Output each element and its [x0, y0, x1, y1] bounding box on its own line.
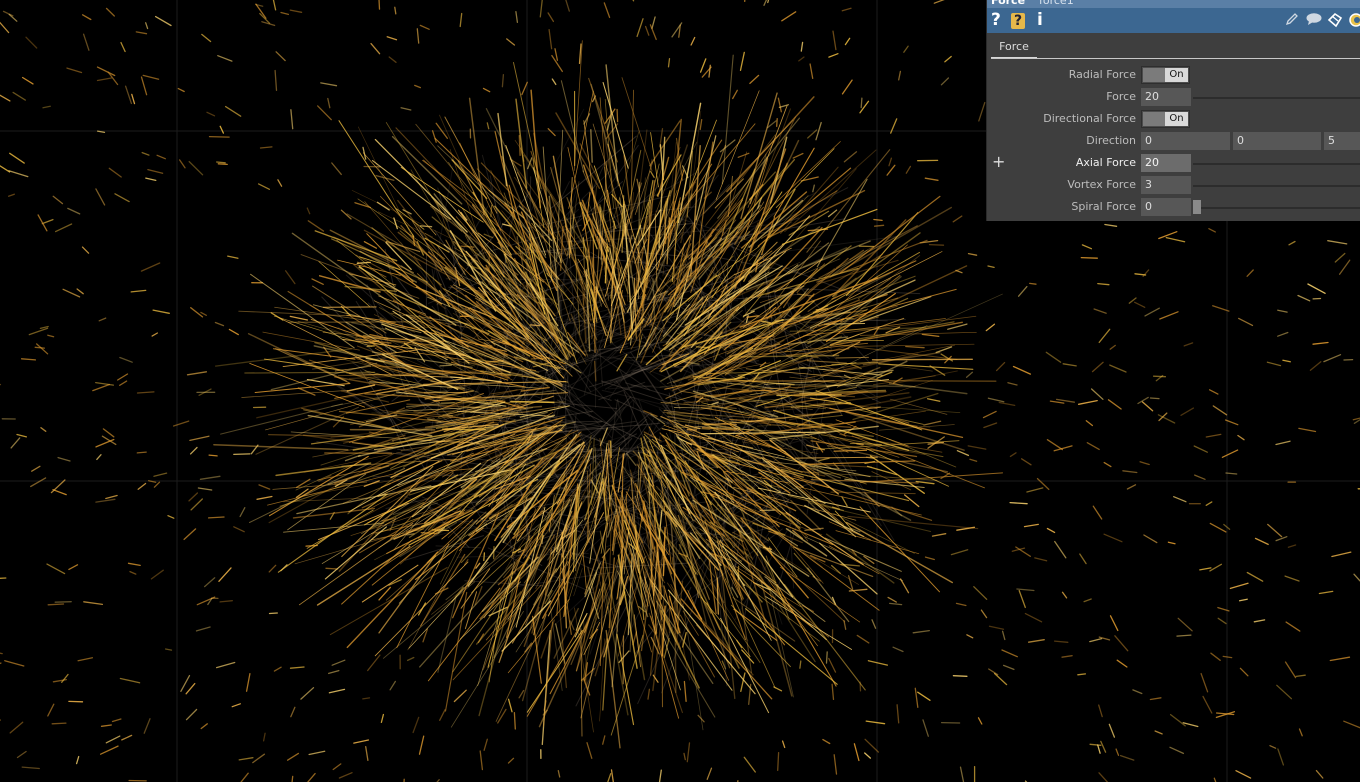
param-label: Direction [1086, 134, 1136, 147]
param-label: Force [1106, 90, 1136, 103]
spiral-force-value-field[interactable]: 0 [1141, 198, 1191, 216]
panel-title-bar[interactable]: Force force1 [987, 0, 1360, 8]
axial-force-value-field[interactable]: 20 [1141, 154, 1191, 172]
direction-z-field[interactable]: 5 [1324, 132, 1360, 150]
parameter-panel: Force force1 ? ? i Force Radial Force On… [986, 0, 1360, 221]
direction-y-field[interactable]: 0 [1233, 132, 1321, 150]
param-vortex-force: Vortex Force 3 [987, 174, 1360, 196]
param-direction: Direction 0 0 5 [987, 130, 1360, 152]
operator-name-label: force1 [1039, 0, 1074, 7]
force-value-field[interactable]: 20 [1141, 88, 1191, 106]
python-help-icon[interactable]: ? [1011, 13, 1025, 29]
vortex-force-slider[interactable] [1193, 185, 1360, 187]
comment-icon[interactable] [1305, 12, 1323, 26]
spiral-force-slider-handle[interactable] [1193, 200, 1201, 214]
axial-force-slider[interactable] [1193, 163, 1360, 165]
param-axial-force: + Axial Force 20 [987, 152, 1360, 174]
radial-force-toggle[interactable]: On [1141, 66, 1190, 84]
toggle-state: On [1165, 112, 1188, 126]
python-icon[interactable] [1348, 12, 1360, 28]
param-directional-force: Directional Force On [987, 108, 1360, 130]
direction-x-field[interactable]: 0 [1141, 132, 1230, 150]
toggle-knob [1143, 112, 1165, 126]
param-label: Spiral Force [1071, 200, 1136, 213]
operator-type-label: Force [991, 0, 1026, 7]
param-force: Force 20 [987, 86, 1360, 108]
tab-force[interactable]: Force [991, 37, 1037, 59]
param-radial-force: Radial Force On [987, 64, 1360, 86]
toggle-state: On [1165, 68, 1188, 82]
param-label: Directional Force [1043, 112, 1136, 125]
panel-toolbar: ? ? i [987, 8, 1360, 33]
toggle-knob [1143, 68, 1165, 82]
parameter-tabs: Force [987, 37, 1360, 61]
param-label: Radial Force [1068, 68, 1136, 81]
param-label: Vortex Force [1067, 178, 1136, 191]
directional-force-toggle[interactable]: On [1141, 110, 1190, 128]
help-icon[interactable]: ? [991, 10, 1001, 30]
info-icon[interactable]: i [1037, 10, 1043, 30]
vortex-force-value-field[interactable]: 3 [1141, 176, 1191, 194]
pencil-icon[interactable] [1285, 12, 1299, 26]
force-slider[interactable] [1193, 97, 1360, 99]
param-spiral-force: Spiral Force 0 [987, 196, 1360, 218]
add-icon[interactable]: + [992, 152, 1005, 172]
spiral-force-slider[interactable] [1193, 207, 1360, 209]
clone-icon[interactable] [1327, 12, 1343, 28]
tab-divider [991, 58, 1360, 59]
param-label: Axial Force [1075, 156, 1136, 169]
